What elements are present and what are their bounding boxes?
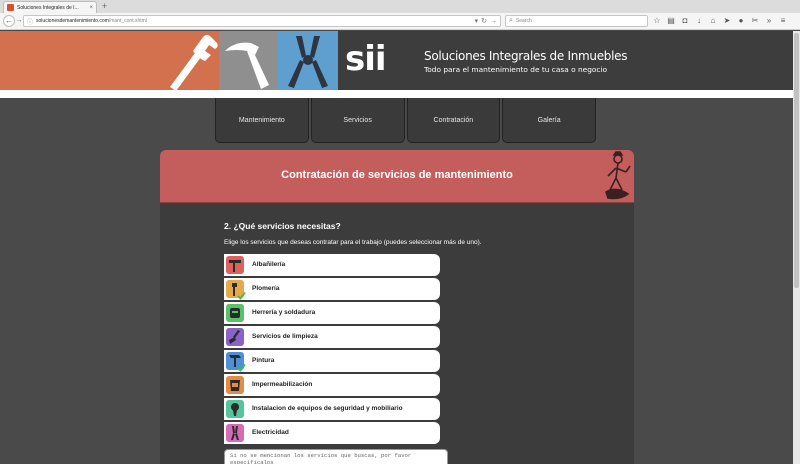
main-nav: Mantenimiento Servicios Contratación Gal… xyxy=(215,98,596,143)
toolbar-icons: ☆ ▤ ◘ ↓ ⌂ ➤ ● ✂ » ≡ xyxy=(652,15,788,27)
header-divider xyxy=(0,90,793,98)
service-label: Herrería y soldadura xyxy=(252,309,316,316)
service-option-albanileria[interactable]: Albañilería xyxy=(224,254,440,276)
bucket-icon xyxy=(226,376,244,394)
tab-title: Soluciones Integrales de I... xyxy=(17,4,79,11)
hammer-icon xyxy=(225,42,269,89)
service-label: Pintura xyxy=(252,357,275,364)
web-page: sii Soluciones Integrales de Inmuebles T… xyxy=(0,31,800,464)
page-scrollbar[interactable] xyxy=(793,31,800,464)
scroll-thumb[interactable] xyxy=(794,33,799,288)
reader-icon[interactable]: ▤ xyxy=(666,15,676,27)
tab-close-icon[interactable]: × xyxy=(89,5,93,11)
menu-icon[interactable]: ≡ xyxy=(778,15,788,27)
site-info-icon[interactable]: ⓘ xyxy=(27,17,33,26)
go-arrow-icon[interactable]: → xyxy=(490,18,497,25)
nav-item-servicios[interactable]: Servicios xyxy=(310,98,405,143)
chat-icon[interactable]: ● xyxy=(736,15,746,27)
service-label: Albañilería xyxy=(252,261,286,268)
site-banner: sii Soluciones Integrales de Inmuebles T… xyxy=(0,31,793,90)
service-option-impermeabilizacion[interactable]: Impermeabilización xyxy=(224,374,440,396)
nav-item-contratacion[interactable]: Contratación xyxy=(406,98,501,143)
browser-toolbar: ← → ⓘ solucionesdemantenimiento.com/mant… xyxy=(0,13,800,30)
service-option-instalacion[interactable]: Instalacion de equipos de seguridad y mo… xyxy=(224,398,440,420)
service-option-plomeria[interactable]: Plomería xyxy=(224,278,440,300)
search-placeholder: Search xyxy=(515,18,532,24)
service-label: Servicios de limpieza xyxy=(252,333,318,340)
service-label: Instalacion de equipos de seguridad y mo… xyxy=(252,405,403,412)
search-icon: ⌕ xyxy=(509,17,513,24)
service-option-pintura[interactable]: Pintura xyxy=(224,350,440,372)
send-icon[interactable]: ➤ xyxy=(722,15,732,27)
welding-mask-icon xyxy=(226,304,244,322)
url-bar[interactable]: ⓘ solucionesdemantenimiento.com/mant_con… xyxy=(23,15,501,27)
back-button[interactable]: ← xyxy=(3,15,15,27)
card-title: Contratación de servicios de mantenimien… xyxy=(281,169,513,181)
wrench-icon xyxy=(170,35,218,90)
instructions-text: Elige los servicios que deseas contratar… xyxy=(224,239,482,246)
screenshot-icon[interactable]: ✂ xyxy=(750,15,760,27)
pliers-icon xyxy=(226,424,244,442)
trowel-icon xyxy=(226,256,244,274)
service-option-herreria[interactable]: Herrería y soldadura xyxy=(224,302,440,324)
browser-tab[interactable]: Soluciones Integrales de I... × xyxy=(3,1,97,13)
home-icon[interactable]: ⌂ xyxy=(708,15,718,27)
nav-item-mantenimiento[interactable]: Mantenimiento xyxy=(215,98,309,143)
service-label: Impermeabilización xyxy=(252,381,313,388)
check-icon xyxy=(237,291,246,300)
check-icon xyxy=(237,363,246,372)
brand-title: Soluciones Integrales de Inmuebles xyxy=(424,49,628,63)
site-logo[interactable]: sii xyxy=(345,38,387,80)
download-icon[interactable]: ↓ xyxy=(694,15,704,27)
card-header: Contratación de servicios de mantenimien… xyxy=(160,150,634,203)
comments-textarea[interactable]: Si no se mencionan los servicios que bus… xyxy=(224,449,448,464)
pocket-icon[interactable]: ◘ xyxy=(680,15,690,27)
question-heading: 2. ¿Qué servicios necesitas? xyxy=(224,221,341,231)
service-option-limpieza[interactable]: Servicios de limpieza xyxy=(224,326,440,348)
service-option-electricidad[interactable]: Electricidad xyxy=(224,422,440,444)
plumber-figure-icon xyxy=(605,151,631,200)
url-text[interactable]: solucionesdemantenimiento.com/mant_cont.… xyxy=(36,18,472,24)
service-label: Plomería xyxy=(252,285,280,292)
tab-strip: Soluciones Integrales de I... × + xyxy=(0,0,800,13)
broom-icon xyxy=(226,328,244,346)
star-icon[interactable]: ☆ xyxy=(652,15,662,27)
service-label: Electricidad xyxy=(252,429,289,436)
reload-icon[interactable]: ↻ xyxy=(481,17,487,25)
search-bar[interactable]: ⌕ Search xyxy=(505,15,648,27)
nav-item-galeria[interactable]: Galería xyxy=(502,98,596,143)
drill-icon xyxy=(226,400,244,418)
forward-button[interactable]: → xyxy=(15,15,23,27)
dropdown-icon[interactable]: ▾ xyxy=(475,17,479,25)
pliers-icon xyxy=(288,36,328,88)
favicon-icon xyxy=(7,4,14,11)
new-tab-button[interactable]: + xyxy=(100,1,109,11)
overflow-icon[interactable]: » xyxy=(764,15,774,27)
brand-subtitle: Todo para el mantenimiento de tu casa o … xyxy=(424,65,608,74)
